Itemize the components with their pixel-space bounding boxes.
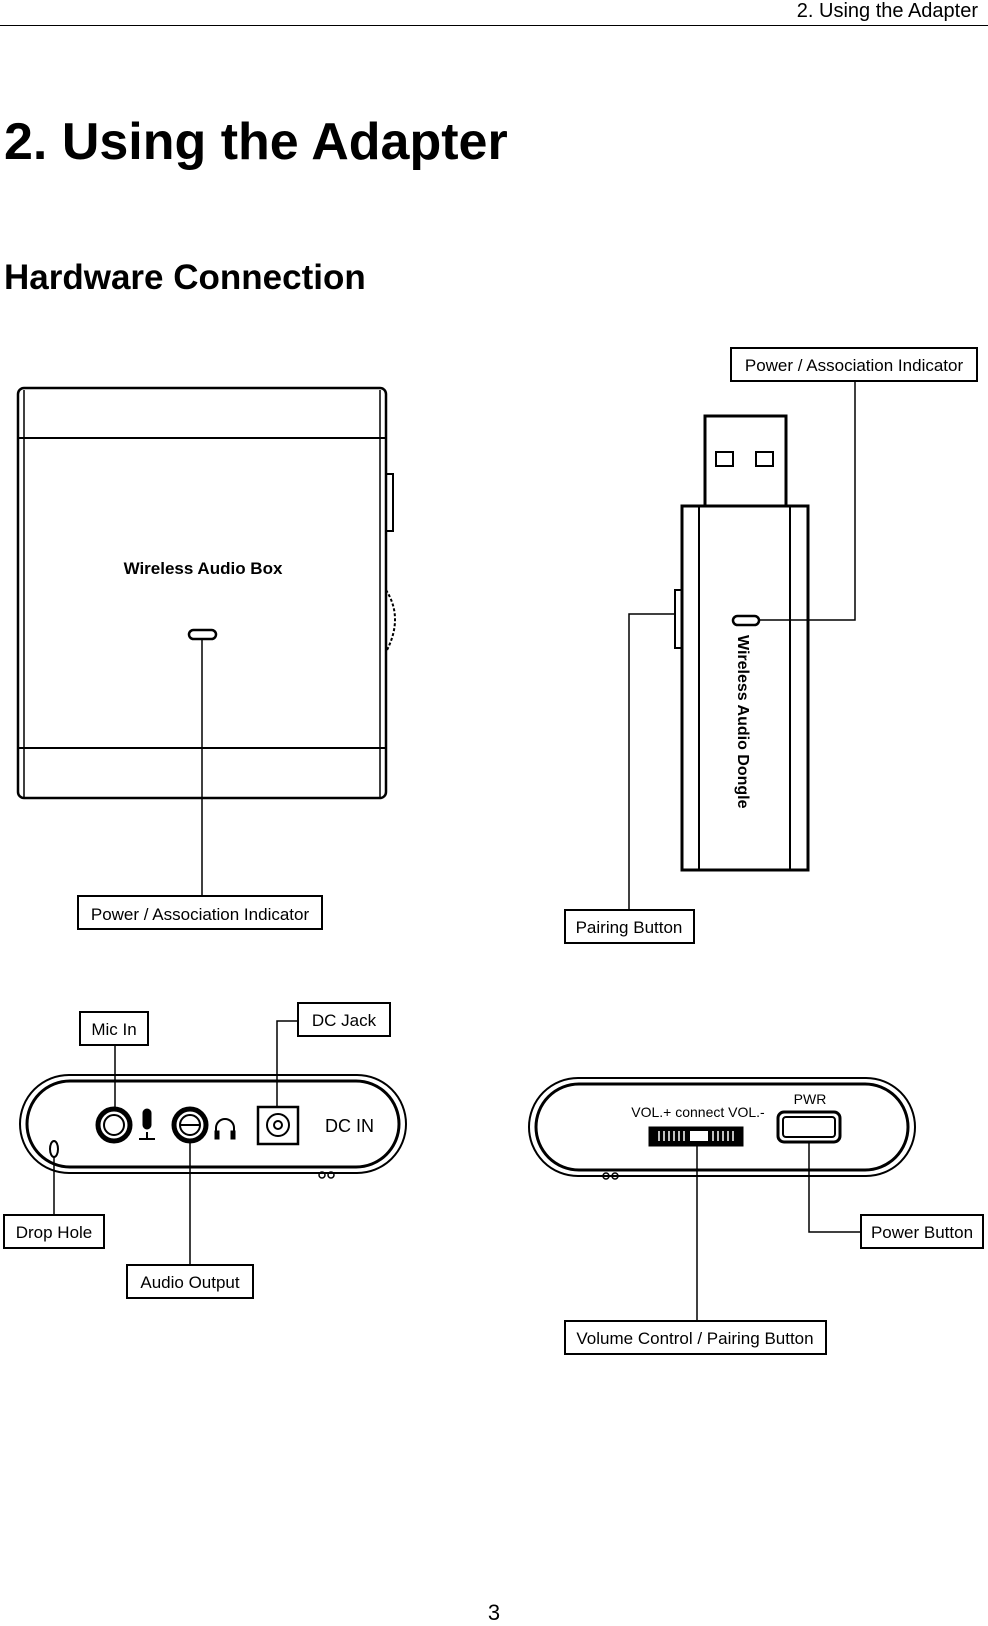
audio-dongle	[564, 347, 978, 944]
audio-box-ports-side	[3, 1002, 407, 1299]
box-device-label: Wireless Audio Box	[124, 559, 283, 578]
callout-dc-jack: DC Jack	[312, 1011, 377, 1030]
callout-audio-output: Audio Output	[140, 1273, 240, 1292]
hardware-diagram: Wireless Audio Box Power / Association I…	[3, 347, 984, 1355]
dongle-device-label: Wireless Audio Dongle	[734, 635, 751, 809]
mic-icon	[142, 1108, 152, 1130]
page-number: 3	[487, 1600, 501, 1625]
pwr-label: PWR	[794, 1091, 827, 1107]
callout-box-indicator: Power / Association Indicator	[91, 905, 310, 924]
callout-volume-pairing: Volume Control / Pairing Button	[576, 1329, 813, 1348]
callout-pairing-button: Pairing Button	[576, 918, 683, 937]
dc-in-label: DC IN	[325, 1116, 374, 1136]
dc-jack	[256, 1105, 300, 1146]
callout-mic-in: Mic In	[91, 1020, 136, 1039]
led-indicator	[187, 628, 218, 641]
audio-box-front	[16, 386, 396, 930]
dongle-led-indicator	[731, 614, 761, 627]
callout-drop-hole: Drop Hole	[16, 1223, 93, 1242]
callout-power-button: Power Button	[871, 1223, 973, 1242]
volume-label: VOL.+ connect VOL.-	[631, 1104, 765, 1120]
mic-jack	[95, 1106, 133, 1144]
drop-hole	[49, 1140, 59, 1158]
callout-dongle-indicator: Power / Association Indicator	[745, 356, 964, 375]
